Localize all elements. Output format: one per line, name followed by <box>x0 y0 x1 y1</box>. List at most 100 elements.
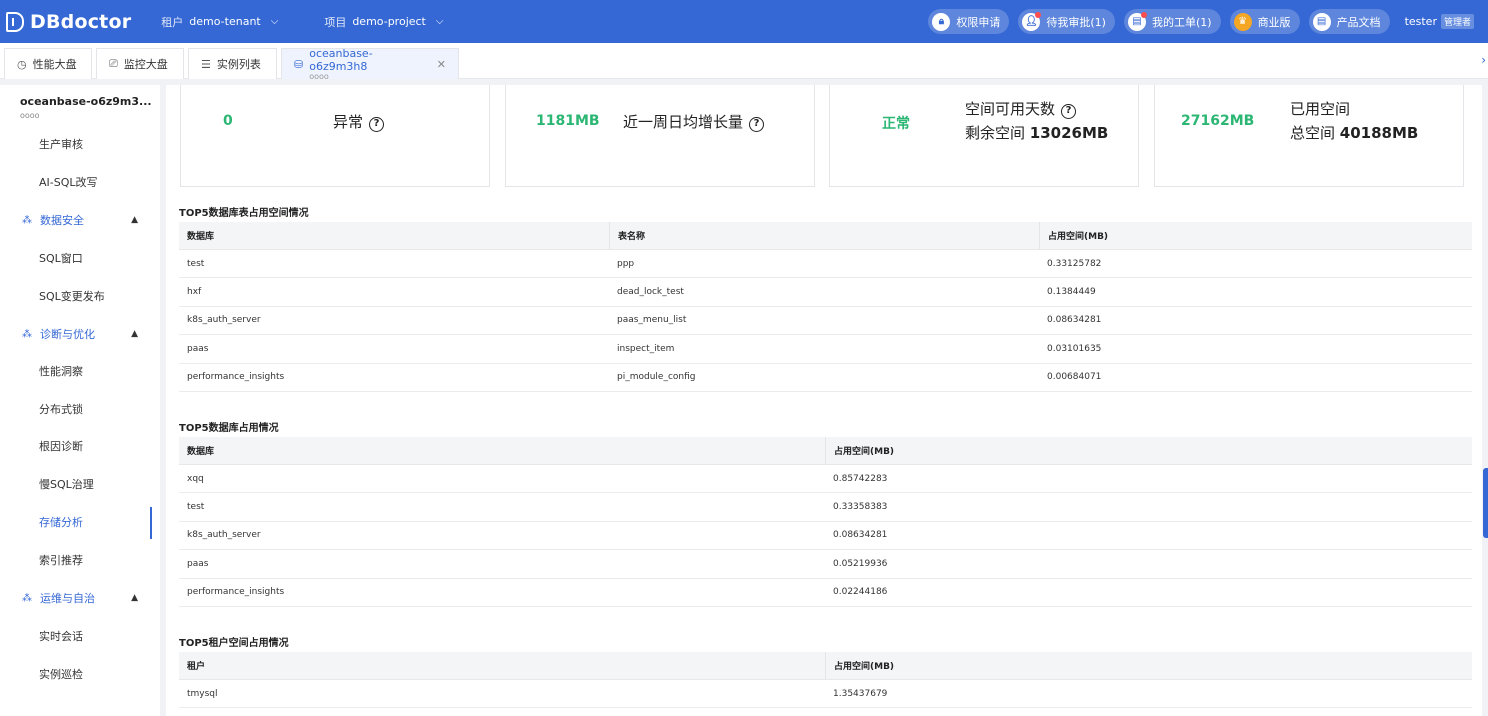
list-icon: ☰ <box>201 57 211 71</box>
sidebar-item-label: AI-SQL改写 <box>39 176 98 189</box>
sidebar-item-slow-sql[interactable]: 慢SQL治理 <box>0 469 160 499</box>
column-header[interactable]: 占用空间(MB) <box>1039 222 1472 249</box>
help-icon[interactable]: ? <box>749 117 765 132</box>
table-row: k8s_auth_server paas_menu_list 0.08634281 <box>179 307 1472 336</box>
column-header[interactable]: 租户 <box>179 652 825 679</box>
stat-value: 正常 <box>882 116 910 132</box>
stat-label: 近一周日均增长量? <box>623 111 765 132</box>
table-cell: hxf <box>187 287 202 298</box>
help-icon[interactable]: ? <box>1061 104 1077 119</box>
tab-performance-dashboard[interactable]: ◷ 性能大盘 <box>4 48 92 79</box>
sidebar-item-label: 性能洞察 <box>39 365 83 378</box>
sidebar-group-ops-autonomy[interactable]: ⁂ 运维与自治 ▲ <box>0 583 160 613</box>
sidebar-item-sql-change-release[interactable]: SQL变更发布 <box>0 281 160 311</box>
table-row: paas inspect_item 0.03101635 <box>179 335 1472 364</box>
tab-instance-oceanbase[interactable]: ⛁ oceanbase-o6z9m3h8 oooo ✕ <box>281 47 459 81</box>
commercial-edition-button[interactable]: ♛ 商业版 <box>1229 9 1300 34</box>
stat-value: 27162MB <box>1181 113 1255 129</box>
section-title: TOP5数据库占用情况 <box>179 423 279 434</box>
sidebar-item-index-recommend[interactable]: 索引推荐 <box>0 545 160 575</box>
column-header[interactable]: 数据库 <box>179 437 825 464</box>
table-cell: 0.1384449 <box>1047 287 1096 298</box>
sidebar-item-storage-analysis[interactable]: 存储分析 <box>0 507 160 539</box>
dashboard-icon: ◷ <box>17 57 27 71</box>
table-row: performance_insights pi_module_config 0.00… <box>179 364 1472 392</box>
table-row: paas 0.05219936 <box>179 550 1472 579</box>
document-icon: ▤ <box>1312 12 1331 31</box>
notification-dot <box>1140 12 1147 18</box>
table-cell: performance_insights <box>187 587 285 598</box>
table-row: k8s_auth_server 0.08634281 <box>179 522 1472 551</box>
project-value: demo-project <box>352 15 426 28</box>
tenant-selector[interactable]: 租户 demo-tenant ⌵ <box>161 14 278 30</box>
table-row: xqq 0.85742283 <box>179 465 1472 494</box>
table-cell: 0.08634281 <box>833 530 888 541</box>
product-docs-button[interactable]: ▤ 产品文档 <box>1308 9 1390 34</box>
commercial-edition-label: 商业版 <box>1257 15 1291 29</box>
table-row: hxf dead_lock_test 0.1384449 <box>179 278 1472 307</box>
table-cell: test <box>187 258 205 269</box>
sidebar-item-realtime-session[interactable]: 实时会话 <box>0 621 160 651</box>
my-tickets-button[interactable]: ▤ 我的工单(1) <box>1123 9 1221 34</box>
sidebar-item-sql-window[interactable]: SQL窗口 <box>0 243 160 273</box>
table-cell: paas <box>187 558 209 569</box>
sidebar-item-ai-sql-rewrite[interactable]: AI-SQL改写 <box>0 167 160 197</box>
close-icon[interactable]: ✕ <box>437 58 446 71</box>
sidebar-item-label: 索引推荐 <box>39 554 83 567</box>
user-menu[interactable]: tester 管理者 <box>1405 14 1474 29</box>
tab-label: oceanbase-o6z9m3h8 <box>309 47 373 73</box>
crown-icon: ♛ <box>1233 12 1252 31</box>
table-cell: dead_lock_test <box>617 287 684 298</box>
sidebar: oceanbase-o6z9m3... oooo 生产审核 AI-SQL改写 ⁂… <box>0 85 160 716</box>
sidebar-item-root-cause[interactable]: 根因诊断 <box>0 431 160 461</box>
table-cell: paas_menu_list <box>617 315 687 326</box>
sidebar-item-distributed-lock[interactable]: 分布式锁 <box>0 394 160 424</box>
tab-instance-list[interactable]: ☰ 实例列表 <box>188 48 277 79</box>
chevron-up-icon: ▲ <box>131 593 138 603</box>
table-row: test 0.33358383 <box>179 493 1472 522</box>
column-header[interactable]: 占用空间(MB) <box>825 652 1472 679</box>
floating-side-handle[interactable] <box>1483 468 1488 538</box>
sidebar-group-diagnosis-optimization[interactable]: ⁂ 诊断与优化 ▲ <box>0 319 160 349</box>
grid-icon: ⁂ <box>22 328 32 340</box>
sidebar-item-instance-inspection[interactable]: 实例巡检 <box>0 659 160 689</box>
page-tabs: ◷ 性能大盘 ⎚ 监控大盘 ☰ 实例列表 ⛁ oceanbase-o6z9m3h… <box>0 43 1488 81</box>
table-cell: 0.33125782 <box>1047 258 1102 269</box>
column-header[interactable]: 表名称 <box>609 222 1039 249</box>
sidebar-item-performance-insight[interactable]: 性能洞察 <box>0 356 160 386</box>
chevron-right-icon[interactable]: › <box>1481 53 1486 67</box>
help-icon[interactable]: ? <box>369 117 385 132</box>
top5-table-space-table: 数据库 表名称 占用空间(MB) test ppp 0.33125782 hxf de… <box>179 222 1472 392</box>
project-selector[interactable]: 项目 demo-project ⌵ <box>324 14 443 30</box>
pending-approval-button[interactable]: 👤︎ 待我审批(1) <box>1018 9 1115 34</box>
chevron-up-icon: ▲ <box>131 215 138 225</box>
table-cell: 0.33358383 <box>833 502 888 513</box>
section-title: TOP5租户空间占用情况 <box>179 638 289 649</box>
sidebar-group-data-security[interactable]: ⁂ 数据安全 ▲ <box>0 205 160 235</box>
table-row: test ppp 0.33125782 <box>179 250 1472 279</box>
tab-label: 实例列表 <box>216 58 261 71</box>
chevron-up-icon: ▲ <box>131 329 138 339</box>
sidebar-item-label: 分布式锁 <box>39 403 83 416</box>
sidebar-item-label: 存储分析 <box>39 516 83 529</box>
table-cell: pi_module_config <box>617 372 696 383</box>
sidebar-item-production-audit[interactable]: 生产审核 <box>0 129 160 159</box>
sidebar-item-label: 慢SQL治理 <box>39 478 94 491</box>
total-space-value: 40188MB <box>1339 124 1419 142</box>
table-cell: 0.08634281 <box>1047 315 1102 326</box>
stat-label: 已用空间 总空间 40188MB <box>1290 100 1419 142</box>
grid-icon: ⁂ <box>22 214 32 226</box>
sidebar-item-label: 实时会话 <box>39 630 83 643</box>
table-cell: 0.05219936 <box>833 558 888 569</box>
stat-card-available-days: 正常 空间可用天数? 剩余空间 13026MB <box>829 85 1139 187</box>
section-title: TOP5数据库表占用空间情况 <box>179 208 309 219</box>
permission-request-button[interactable]: 🔒︎ 权限申请 <box>928 9 1010 34</box>
tab-monitor-dashboard[interactable]: ⎚ 监控大盘 <box>96 48 184 79</box>
tenant-value: demo-tenant <box>189 15 261 28</box>
app-logo[interactable]: DBdoctor <box>6 11 131 33</box>
column-header[interactable]: 数据库 <box>179 222 609 249</box>
stat-value: 0 <box>223 113 233 129</box>
column-header[interactable]: 占用空间(MB) <box>825 437 1472 464</box>
tenant-key: 租户 <box>161 15 184 29</box>
top5-tenant-space-table: 租户 占用空间(MB) tmysql 1.35437679 <box>179 652 1472 709</box>
